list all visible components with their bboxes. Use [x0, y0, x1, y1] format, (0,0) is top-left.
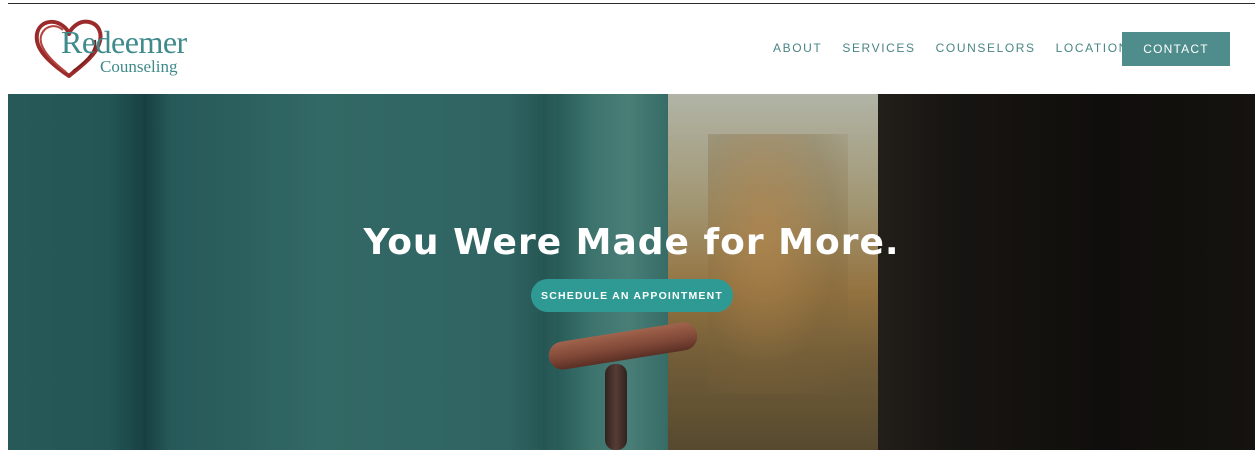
contact-button[interactable]: CONTACT [1122, 32, 1230, 66]
hero-overlay [8, 94, 1255, 450]
nav-item-counselors[interactable]: COUNSELORS [936, 41, 1036, 55]
site-header: Redeemer Counseling ABOUT SERVICES COUNS… [8, 4, 1255, 94]
schedule-appointment-button[interactable]: SCHEDULE AN APPOINTMENT [531, 279, 733, 312]
hero-title: You Were Made for More. [363, 222, 900, 263]
hero-banner: You Were Made for More. SCHEDULE AN APPO… [8, 94, 1255, 450]
nav-item-services[interactable]: SERVICES [842, 41, 915, 55]
main-nav: ABOUT SERVICES COUNSELORS LOCATIONS [773, 41, 1159, 55]
logo-subtitle: Counseling [100, 57, 178, 76]
site-logo[interactable]: Redeemer Counseling [33, 16, 193, 82]
logo-wordmark: Redeemer [61, 24, 187, 60]
nav-item-about[interactable]: ABOUT [773, 41, 822, 55]
